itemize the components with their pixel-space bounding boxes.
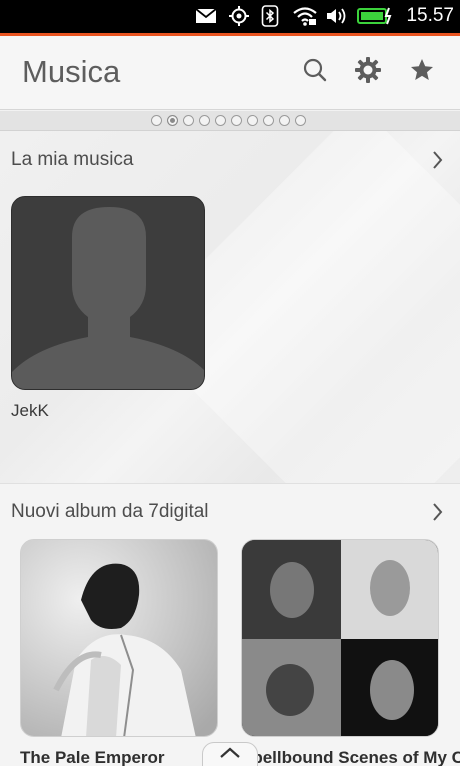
search-icon <box>302 57 328 88</box>
page-dot[interactable] <box>263 115 274 126</box>
wifi-icon <box>292 5 318 32</box>
page-dot[interactable] <box>247 115 258 126</box>
section-title-new-albums[interactable]: Nuovi album da 7digital <box>11 501 209 523</box>
page-dot[interactable] <box>167 115 178 126</box>
album-cover-pale-emperor[interactable] <box>20 539 218 737</box>
album-title: The Pale Emperor <box>20 748 165 766</box>
my-music-section: La mia musica JekK <box>0 131 460 483</box>
mail-icon <box>195 5 217 32</box>
page-dot[interactable] <box>183 115 194 126</box>
chevron-right-icon[interactable] <box>430 501 444 523</box>
location-icon <box>228 5 250 32</box>
favorite-star-icon <box>409 57 435 88</box>
page-dot[interactable] <box>151 115 162 126</box>
status-bar: 15.57 <box>0 0 460 33</box>
album-cover-spellbound[interactable] <box>241 539 439 737</box>
volume-icon <box>325 5 349 32</box>
person-silhouette-icon <box>12 207 204 389</box>
bluetooth-icon <box>261 5 279 32</box>
bottom-edge-handle[interactable] <box>202 742 258 766</box>
artist-card[interactable] <box>11 196 205 390</box>
page-dot[interactable] <box>295 115 306 126</box>
page-dot[interactable] <box>199 115 210 126</box>
page-indicator <box>0 111 460 131</box>
page-dot[interactable] <box>279 115 290 126</box>
section-title-my-music[interactable]: La mia musica <box>11 149 134 171</box>
battery-charging-icon <box>356 5 394 32</box>
new-albums-section: Nuovi album da 7digital The Pale Emperor… <box>0 483 460 766</box>
header: Musica <box>0 36 460 110</box>
page-dot[interactable] <box>215 115 226 126</box>
settings-icon <box>354 56 382 89</box>
page-dot[interactable] <box>231 115 242 126</box>
artist-name: JekK <box>11 401 49 420</box>
status-time: 15.57 <box>406 5 454 26</box>
favorites-button[interactable] <box>406 56 438 88</box>
page-title: Musica <box>22 54 121 89</box>
chevron-right-icon[interactable] <box>430 149 444 171</box>
search-button[interactable] <box>299 56 331 88</box>
settings-button[interactable] <box>352 56 384 88</box>
album-title: Spellbound Scenes of My Cure <box>241 748 460 766</box>
chevron-up-icon <box>218 746 242 765</box>
